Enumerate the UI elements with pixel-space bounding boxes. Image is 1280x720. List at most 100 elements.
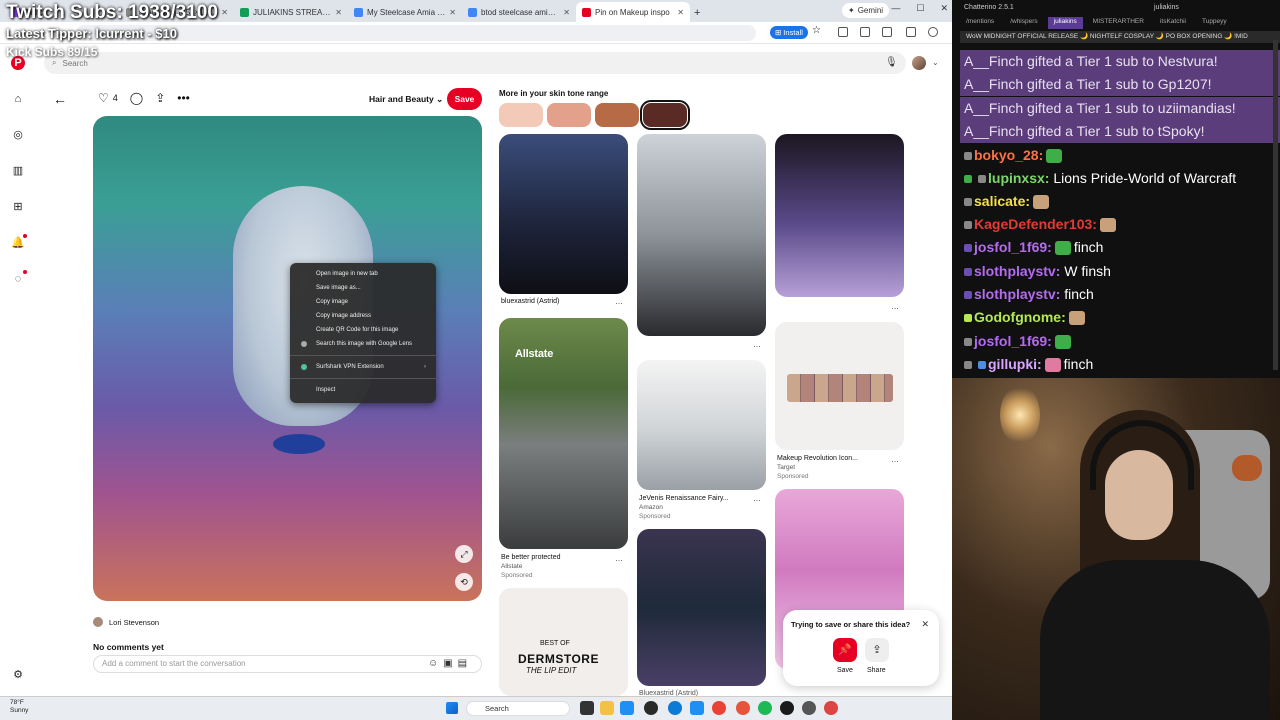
sidebar-icon[interactable]	[860, 27, 870, 37]
feed-pin-image[interactable]	[637, 529, 766, 686]
create-icon[interactable]: ⊞	[11, 200, 25, 214]
taskbar-search[interactable]: Search	[466, 701, 570, 716]
edge-icon[interactable]	[668, 701, 682, 715]
spotify-icon[interactable]	[758, 701, 772, 715]
more-icon[interactable]: …	[753, 340, 761, 349]
menu-item-qr-code[interactable]: Create QR Code for this image	[290, 323, 436, 337]
task-view-icon[interactable]	[580, 701, 594, 715]
explore-icon[interactable]: ◎	[11, 128, 25, 142]
chat-scrollbar[interactable]	[1273, 40, 1278, 370]
windows-start-icon[interactable]	[446, 702, 458, 714]
menu-item-open-image[interactable]: Open image in new tab	[290, 267, 436, 281]
boards-icon[interactable]: ▥	[11, 164, 25, 178]
chat-tab[interactable]: itsKatchii	[1154, 17, 1192, 29]
save-button[interactable]: Save	[447, 88, 482, 110]
menu-item-surfshark[interactable]: Surfshark VPN Extension ›	[290, 360, 436, 374]
more-icon[interactable]: …	[615, 554, 623, 563]
feed-pin-image[interactable]	[775, 134, 904, 297]
browser-tab[interactable]: JULIAKINS STREAM SCHEDU... ✕	[234, 2, 348, 22]
settings-icon[interactable]: ⚙	[11, 668, 25, 682]
profile-menu-icon[interactable]	[928, 27, 938, 37]
chat-username[interactable]: bokyo_28:	[974, 147, 1043, 163]
menu-item-save-image[interactable]: Save image as...	[290, 281, 436, 295]
heart-icon[interactable]: ♡	[98, 91, 109, 105]
expand-icon[interactable]: ⤢	[455, 545, 473, 563]
pin-author[interactable]: Lori Stevenson	[93, 617, 159, 627]
feed-pin-title[interactable]: JeVenis Renaissance Fairy...	[639, 495, 729, 502]
close-icon[interactable]: ✕	[221, 8, 228, 17]
chat-username[interactable]: slothplaystv:	[974, 286, 1060, 302]
menu-item-copy-image[interactable]: Copy image	[290, 295, 436, 309]
chevron-down-icon[interactable]: ⌄	[932, 58, 939, 67]
feed-pin-author[interactable]: bluexastrid (Astrid)	[501, 298, 559, 305]
chat-account[interactable]: juliakins	[1154, 4, 1179, 11]
maximize-icon[interactable]: ☐	[916, 3, 924, 14]
downloads-icon[interactable]	[906, 27, 916, 37]
file-explorer-icon[interactable]	[600, 701, 614, 715]
popup-save-button[interactable]: 📌	[833, 638, 857, 662]
skin-tone-swatch[interactable]	[499, 103, 543, 127]
close-icon[interactable]: ✕	[563, 8, 570, 17]
app-icon[interactable]	[802, 701, 816, 715]
chat-username[interactable]: KageDefender103:	[974, 216, 1097, 232]
browser-tab-active[interactable]: Pin on Makeup inspo ✕	[576, 2, 690, 22]
menu-item-inspect[interactable]: Inspect	[290, 383, 436, 397]
comment-icon[interactable]: ◯	[130, 91, 143, 105]
screenshot-icon[interactable]	[882, 27, 892, 37]
back-arrow-icon[interactable]: ←	[53, 91, 67, 107]
avatar[interactable]	[912, 56, 926, 70]
close-icon[interactable]: ✕	[449, 8, 456, 17]
chat-username[interactable]: josfol_1f69:	[974, 239, 1052, 255]
more-icon[interactable]: •••	[177, 91, 190, 105]
store-icon[interactable]	[690, 701, 704, 715]
feed-pin-image[interactable]	[637, 134, 766, 336]
more-icon[interactable]: …	[753, 494, 761, 503]
feed-pin-image[interactable]	[637, 360, 766, 490]
app-icon[interactable]	[824, 701, 838, 715]
search-input[interactable]: ⌕ Search	[44, 52, 906, 74]
feed-pin-ad-image[interactable]	[775, 322, 904, 450]
close-icon[interactable]: ✕	[677, 8, 684, 17]
share-icon[interactable]: ⇪	[155, 91, 165, 105]
chat-tab-active[interactable]: juliakins	[1047, 17, 1083, 29]
feed-pin-image[interactable]	[499, 134, 628, 294]
gemini-button[interactable]: ✦ Gemini	[842, 3, 890, 18]
app-icon[interactable]	[644, 701, 658, 715]
chat-username[interactable]: lupinxsx:	[988, 170, 1049, 186]
minimize-icon[interactable]: —	[891, 3, 900, 14]
more-icon[interactable]: …	[891, 455, 899, 464]
chat-username[interactable]: slothplaystv:	[974, 263, 1060, 279]
obs-icon[interactable]	[780, 701, 794, 715]
comment-input[interactable]: Add a comment to start the conversation	[93, 655, 482, 673]
skin-tone-swatch-selected[interactable]	[640, 100, 690, 130]
skin-tone-swatch[interactable]	[547, 103, 591, 127]
close-window-icon[interactable]: ✕	[940, 3, 948, 14]
app-icon[interactable]	[736, 701, 750, 715]
extension-icon[interactable]	[838, 27, 848, 37]
messages-icon[interactable]: ◌	[11, 270, 27, 286]
chat-tab[interactable]: /whispers	[1004, 17, 1043, 29]
mail-icon[interactable]	[620, 701, 634, 715]
home-icon[interactable]: ⌂	[11, 92, 25, 106]
more-icon[interactable]: …	[891, 302, 899, 311]
browser-tab[interactable]: My Steelcase Amia Review 1... ✕	[348, 2, 462, 22]
chat-username[interactable]: salicate:	[974, 193, 1030, 209]
chrome-icon[interactable]	[712, 701, 726, 715]
popup-share-button[interactable]: ⇪	[865, 638, 889, 662]
chat-tab[interactable]: MISTERARTHER	[1087, 17, 1150, 29]
chat-username[interactable]: Godofgnome:	[974, 309, 1066, 325]
bookmark-star-icon[interactable]: ☆	[812, 26, 822, 36]
menu-item-copy-address[interactable]: Copy image address	[290, 309, 436, 323]
feed-pin-title[interactable]: Be better protected	[501, 554, 561, 561]
visual-search-icon[interactable]: ⟲	[455, 573, 473, 591]
more-icon[interactable]: …	[615, 297, 623, 306]
microphone-icon[interactable]: 🎙	[885, 57, 898, 68]
chat-tab[interactable]: Tuppeyy	[1196, 17, 1233, 29]
close-icon[interactable]: ✕	[921, 619, 929, 630]
chat-tab[interactable]: /mentions	[960, 17, 1000, 29]
browser-tab[interactable]: btod steelcase amia - Google ✕	[462, 2, 576, 22]
emoji-icon[interactable]: ☺	[428, 658, 438, 669]
chat-username[interactable]: josfol_1f69:	[974, 333, 1052, 349]
board-selector[interactable]: Hair and Beauty ⌄	[369, 94, 443, 105]
close-icon[interactable]: ✕	[335, 8, 342, 17]
